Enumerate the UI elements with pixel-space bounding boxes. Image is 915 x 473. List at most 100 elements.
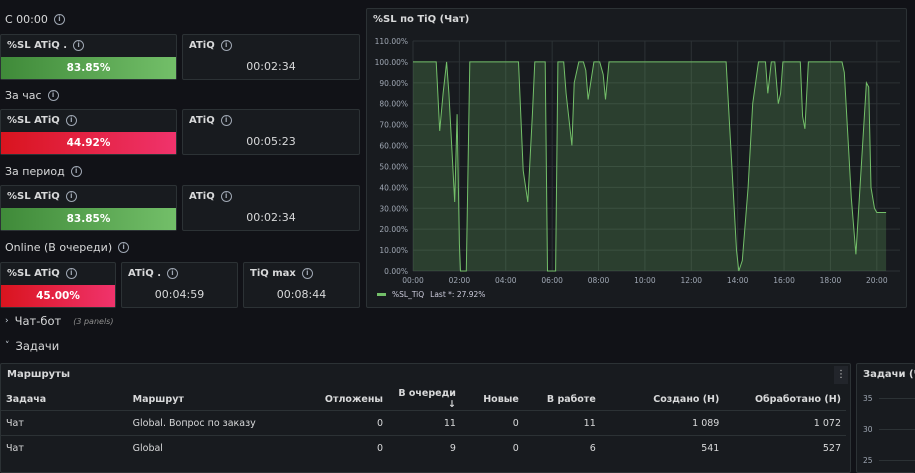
y-tick-label: 30.00%	[379, 204, 408, 213]
x-tick-label: 16:00	[773, 276, 795, 285]
stat-panel-atiq-2: ATiQ i 00:05:23	[182, 109, 360, 155]
stat-value: 00:08:44	[276, 288, 327, 301]
col-header[interactable]: Создано (Н)	[601, 388, 725, 411]
section-title-online: Online (В очереди) i	[5, 241, 130, 254]
y-tick-label: 100.00%	[375, 58, 408, 67]
col-header[interactable]: Отложены	[312, 388, 388, 411]
stat-value-bar: 45.00%	[1, 285, 115, 307]
table-row[interactable]: Чат Global 0 9 0 6 541 527	[1, 435, 846, 460]
y-tick-label: 10.00%	[379, 246, 408, 255]
legend-last-value: Last *: 27.92%	[430, 290, 486, 299]
y-tick-label: 40.00%	[379, 183, 408, 192]
gridline	[879, 429, 915, 430]
table-row[interactable]: Чат Global. Вопрос по заказу 0 11 0 11 1…	[1, 410, 846, 436]
x-tick-label: 06:00	[541, 276, 563, 285]
y-tick-label: 50.00%	[379, 162, 408, 171]
info-icon[interactable]: i	[65, 268, 77, 279]
panel-title: Задачи (Чат	[863, 369, 915, 380]
legend-swatch	[377, 293, 386, 296]
x-tick-label: 20:00	[866, 276, 888, 285]
y-tick-label: 20.00%	[379, 225, 408, 234]
table-header-row: Задача Маршрут Отложены В очереди ↓ Новы…	[1, 388, 846, 411]
stat-value-bar: 44.92%	[1, 132, 176, 154]
x-tick-label: 04:00	[495, 276, 517, 285]
sl-chart-panel: %SL по TiQ (Чат) 0.00% 10.00% 20.00% 30.00%…	[366, 8, 907, 308]
chevron-right-icon: ›	[5, 316, 9, 326]
stat-value: 00:04:59	[154, 288, 205, 301]
col-header[interactable]: Новые	[461, 388, 524, 411]
col-header[interactable]: Задача	[1, 388, 128, 411]
stat-panel-atiq-1: ATiQ i 00:02:34	[182, 34, 360, 80]
series-area	[413, 61, 887, 272]
panel-title: ATiQ .	[128, 268, 161, 279]
col-header[interactable]: Обработано (Н)	[724, 388, 846, 411]
panel-title: ATiQ	[189, 115, 215, 126]
panel-title: ATiQ	[189, 191, 215, 202]
sl-area-chart[interactable]: 0.00% 10.00% 20.00% 30.00% 40.00% 50.00% 60.00…	[367, 9, 908, 309]
info-icon[interactable]: i	[73, 40, 85, 51]
x-tick-label: 00:00	[402, 276, 424, 285]
info-icon[interactable]: i	[220, 40, 232, 51]
stat-value: 00:05:23	[246, 135, 296, 148]
x-tick-label: 10:00	[634, 276, 656, 285]
col-header[interactable]: Маршрут	[128, 388, 312, 411]
info-icon[interactable]: i	[220, 191, 232, 202]
y-tick-label: 30	[863, 425, 873, 434]
x-tick-label: 18:00	[820, 276, 842, 285]
x-tick-label: 14:00	[727, 276, 749, 285]
y-tick-label: 25	[863, 456, 873, 465]
panel-title: %SL ATiQ	[7, 191, 60, 202]
chevron-down-icon: ˅	[5, 341, 10, 351]
info-icon[interactable]: i	[53, 14, 65, 25]
routes-table: Задача Маршрут Отложены В очереди ↓ Новы…	[1, 388, 846, 460]
panel-title: ATiQ	[189, 40, 215, 51]
stat-panel-atiq-3: ATiQ i 00:02:34	[182, 185, 360, 231]
gridline	[879, 460, 915, 461]
x-tick-label: 12:00	[680, 276, 702, 285]
y-tick-label: 35	[863, 394, 873, 403]
y-tick-label: 110.00%	[375, 37, 408, 46]
stat-panel-tiq-max: TiQ max i 00:08:44	[243, 262, 360, 308]
chart-legend[interactable]: %SL_TiQ Last *: 27.92%	[377, 290, 485, 299]
x-tick-label: 02:00	[449, 276, 471, 285]
info-icon[interactable]: i	[220, 115, 232, 126]
info-icon[interactable]: i	[47, 90, 59, 101]
info-icon[interactable]: i	[118, 242, 130, 253]
legend-series-name: %SL_TiQ	[392, 290, 425, 299]
stat-panel-sl-4: %SL ATiQ i 45.00%	[0, 262, 116, 308]
tasks-chart-panel: Задачи (Чат 35 30 25	[856, 363, 915, 473]
row-tasks[interactable]: ˅ Задачи	[5, 339, 59, 353]
section-title-period: За период i	[5, 165, 82, 178]
stat-panel-sl-3: %SL ATiQ i 83.85%	[0, 185, 177, 231]
panel-title: TiQ max	[250, 268, 296, 279]
info-icon[interactable]: i	[65, 191, 77, 202]
col-header[interactable]: В работе	[524, 388, 601, 411]
section-title-hour: За час i	[5, 89, 59, 102]
stat-panel-sl-1: %SL ATiQ . i 83.85%	[0, 34, 177, 80]
sort-down-icon: ↓	[447, 399, 456, 410]
panel-menu-icon[interactable]: ⋮	[834, 366, 848, 384]
info-icon[interactable]: i	[70, 166, 82, 177]
row-chatbot[interactable]: › Чат-бот (3 panels)	[5, 314, 113, 328]
stat-value: 00:02:34	[246, 211, 296, 224]
stat-value: 00:02:34	[246, 60, 296, 73]
y-tick-label: 0.00%	[384, 267, 408, 276]
y-tick-label: 70.00%	[379, 121, 408, 130]
panel-title: %SL ATiQ	[7, 115, 60, 126]
panel-title: %SL ATiQ	[7, 268, 60, 279]
info-icon[interactable]: i	[167, 268, 178, 279]
info-icon[interactable]: i	[65, 115, 77, 126]
y-tick-label: 90.00%	[379, 79, 408, 88]
routes-table-panel: Маршруты ⋮ Задача Маршрут Отложены В оче…	[0, 363, 851, 473]
stat-value-bar: 83.85%	[1, 208, 176, 230]
panel-title: %SL ATiQ .	[7, 40, 68, 51]
table-title: Маршруты	[7, 369, 70, 380]
stat-value-bar: 83.85%	[1, 57, 176, 79]
stat-panel-atiq-4: ATiQ . i 00:04:59	[121, 262, 238, 308]
y-tick-label: 80.00%	[379, 100, 408, 109]
info-icon[interactable]: i	[301, 268, 313, 279]
x-tick-label: 08:00	[588, 276, 610, 285]
stat-panel-sl-2: %SL ATiQ i 44.92%	[0, 109, 177, 155]
col-header[interactable]: В очереди ↓	[388, 388, 461, 411]
gridline	[879, 398, 915, 399]
